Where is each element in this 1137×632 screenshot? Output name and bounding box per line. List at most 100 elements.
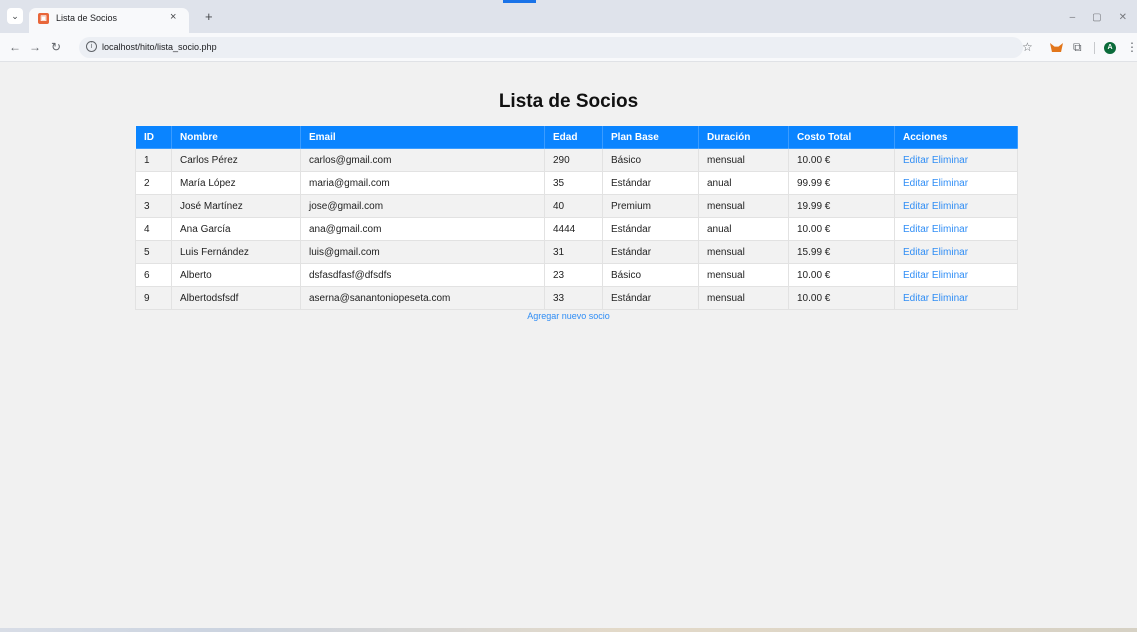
delete-link[interactable]: Eliminar bbox=[932, 201, 968, 212]
cell-nombre: Albertodsfsdf bbox=[171, 286, 301, 310]
cell-id: 5 bbox=[135, 240, 172, 264]
edit-link[interactable]: Editar bbox=[903, 270, 929, 281]
table-row: 6 Alberto dsfasdfasf@dfsdfs 23 Básico mensual… bbox=[135, 263, 1018, 287]
col-header-duracion: Duración bbox=[698, 125, 789, 149]
edit-link[interactable]: Editar bbox=[903, 224, 929, 235]
favicon-icon: ▣ bbox=[38, 13, 49, 24]
cell-costo: 10.00 € bbox=[788, 263, 895, 287]
cell-acciones: Editar Eliminar bbox=[894, 217, 1018, 241]
cell-duracion: anual bbox=[698, 217, 789, 241]
table-row: 1 Carlos Pérez carlos@gmail.com 290 Básico me… bbox=[135, 148, 1018, 172]
cell-plan: Básico bbox=[602, 263, 699, 287]
delete-link[interactable]: Eliminar bbox=[932, 155, 968, 166]
cell-nombre: Luis Fernández bbox=[171, 240, 301, 264]
delete-link[interactable]: Eliminar bbox=[932, 293, 968, 304]
edit-link[interactable]: Editar bbox=[903, 201, 929, 212]
table-row: 9 Albertodsfsdf aserna@sanantoniopeseta.co… bbox=[135, 286, 1018, 310]
new-tab-button[interactable]: + bbox=[205, 9, 213, 24]
cell-acciones: Editar Eliminar bbox=[894, 171, 1018, 195]
cell-edad: 35 bbox=[544, 171, 603, 195]
cell-id: 2 bbox=[135, 171, 172, 195]
col-header-nombre: Nombre bbox=[171, 125, 301, 149]
cell-acciones: Editar Eliminar bbox=[894, 194, 1018, 218]
cell-email: carlos@gmail.com bbox=[300, 148, 545, 172]
menu-kebab-icon[interactable]: ⋮ bbox=[1126, 40, 1137, 54]
window-controls: – ▢ ✕ bbox=[1070, 12, 1127, 23]
tab-strip-accent bbox=[503, 0, 536, 3]
delete-link[interactable]: Eliminar bbox=[932, 178, 968, 189]
os-taskbar bbox=[0, 628, 1137, 632]
site-info-icon[interactable]: i bbox=[86, 41, 97, 52]
cell-email: maria@gmail.com bbox=[300, 171, 545, 195]
table-row: 2 María López maria@gmail.com 35 Estándar anu… bbox=[135, 171, 1018, 195]
add-socio-container: Agregar nuevo socio bbox=[0, 311, 1137, 321]
cell-plan: Estándar bbox=[602, 217, 699, 241]
page-content: Lista de Socios ID Nombre Email Edad Pla… bbox=[0, 62, 1137, 628]
cell-acciones: Editar Eliminar bbox=[894, 286, 1018, 310]
table-row: 3 José Martínez jose@gmail.com 40 Premium men… bbox=[135, 194, 1018, 218]
edit-link[interactable]: Editar bbox=[903, 155, 929, 166]
col-header-edad: Edad bbox=[544, 125, 603, 149]
extensions-puzzle-icon[interactable]: ⧉ bbox=[1073, 40, 1082, 55]
table-row: 4 Ana García ana@gmail.com 4444 Estándar anua… bbox=[135, 217, 1018, 241]
cell-duracion: anual bbox=[698, 171, 789, 195]
maximize-icon[interactable]: ▢ bbox=[1092, 12, 1101, 23]
cell-duracion: mensual bbox=[698, 263, 789, 287]
address-bar[interactable]: i localhost/hito/lista_socio.php bbox=[79, 37, 1023, 58]
edit-link[interactable]: Editar bbox=[903, 293, 929, 304]
cell-plan: Básico bbox=[602, 148, 699, 172]
col-header-costo: Costo Total bbox=[788, 125, 895, 149]
url-text[interactable]: localhost/hito/lista_socio.php bbox=[102, 42, 217, 52]
table-header-row: ID Nombre Email Edad Plan Base Duración … bbox=[135, 125, 1018, 149]
col-header-email: Email bbox=[300, 125, 545, 149]
cell-duracion: mensual bbox=[698, 148, 789, 172]
cell-acciones: Editar Eliminar bbox=[894, 240, 1018, 264]
reload-icon[interactable]: ↻ bbox=[51, 40, 61, 54]
cell-id: 6 bbox=[135, 263, 172, 287]
table-row: 5 Luis Fernández luis@gmail.com 31 Estándar m… bbox=[135, 240, 1018, 264]
cell-id: 1 bbox=[135, 148, 172, 172]
cell-nombre: Ana García bbox=[171, 217, 301, 241]
profile-avatar[interactable]: A bbox=[1104, 42, 1116, 54]
back-icon[interactable]: ← bbox=[9, 40, 21, 54]
close-window-icon[interactable]: ✕ bbox=[1119, 12, 1127, 23]
cell-edad: 4444 bbox=[544, 217, 603, 241]
cell-edad: 40 bbox=[544, 194, 603, 218]
socios-table: ID Nombre Email Edad Plan Base Duración … bbox=[135, 125, 1018, 310]
forward-icon[interactable]: → bbox=[29, 40, 41, 54]
cell-email: ana@gmail.com bbox=[300, 217, 545, 241]
edit-link[interactable]: Editar bbox=[903, 178, 929, 189]
cell-edad: 31 bbox=[544, 240, 603, 264]
cell-costo: 99.99 € bbox=[788, 171, 895, 195]
edit-link[interactable]: Editar bbox=[903, 247, 929, 258]
cell-plan: Estándar bbox=[602, 240, 699, 264]
cell-costo: 15.99 € bbox=[788, 240, 895, 264]
col-header-acciones: Acciones bbox=[894, 125, 1018, 149]
cell-acciones: Editar Eliminar bbox=[894, 263, 1018, 287]
cell-email: luis@gmail.com bbox=[300, 240, 545, 264]
metamask-extension-icon[interactable] bbox=[1050, 43, 1063, 52]
col-header-id: ID bbox=[135, 125, 172, 149]
delete-link[interactable]: Eliminar bbox=[932, 224, 968, 235]
cell-plan: Estándar bbox=[602, 171, 699, 195]
cell-edad: 33 bbox=[544, 286, 603, 310]
cell-duracion: mensual bbox=[698, 286, 789, 310]
minimize-icon[interactable]: – bbox=[1070, 12, 1076, 23]
add-socio-link[interactable]: Agregar nuevo socio bbox=[527, 311, 610, 321]
tab-search-icon[interactable]: ⌄ bbox=[7, 8, 23, 24]
cell-email: jose@gmail.com bbox=[300, 194, 545, 218]
delete-link[interactable]: Eliminar bbox=[932, 247, 968, 258]
tab-close-icon[interactable]: × bbox=[170, 11, 176, 23]
cell-id: 4 bbox=[135, 217, 172, 241]
cell-duracion: mensual bbox=[698, 240, 789, 264]
tab-lista-socios[interactable]: ▣ Lista de Socios × bbox=[29, 8, 189, 33]
cell-nombre: Carlos Pérez bbox=[171, 148, 301, 172]
col-header-plan: Plan Base bbox=[602, 125, 699, 149]
browser-toolbar: ← → ↻ i localhost/hito/lista_socio.php ☆… bbox=[0, 33, 1137, 62]
cell-email: dsfasdfasf@dfsdfs bbox=[300, 263, 545, 287]
delete-link[interactable]: Eliminar bbox=[932, 270, 968, 281]
cell-nombre: Alberto bbox=[171, 263, 301, 287]
bookmark-star-icon[interactable]: ☆ bbox=[1022, 40, 1033, 54]
cell-edad: 290 bbox=[544, 148, 603, 172]
cell-edad: 23 bbox=[544, 263, 603, 287]
